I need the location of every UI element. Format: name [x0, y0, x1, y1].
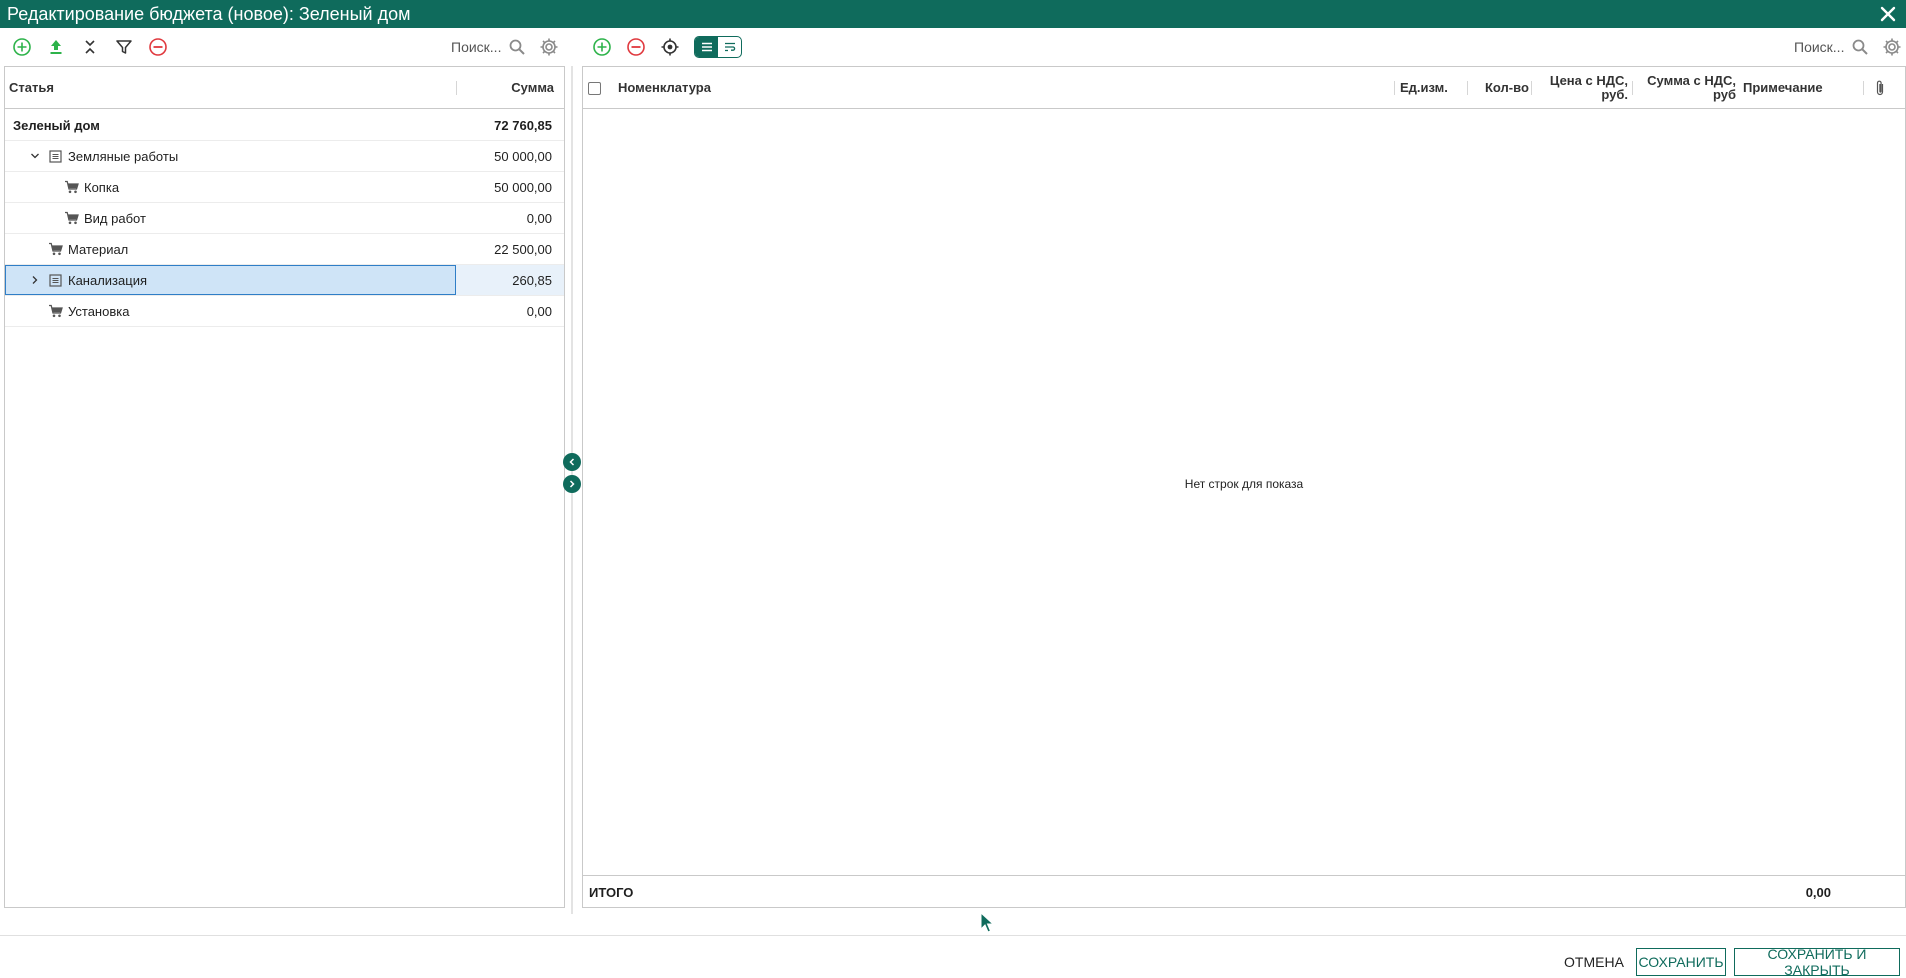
- column-divider[interactable]: [1394, 81, 1395, 95]
- tree-row-name: Копка: [84, 179, 120, 195]
- column-header-sum[interactable]: Сумма: [511, 67, 554, 109]
- tree-search: [451, 33, 567, 61]
- list-view-icon[interactable]: [695, 37, 718, 57]
- tree-row-name: Вид работ: [84, 210, 146, 226]
- cancel-button[interactable]: ОТМЕНА: [1562, 948, 1626, 976]
- column-header-article[interactable]: Статья: [9, 67, 54, 109]
- tree-toolbar: [0, 30, 567, 64]
- remove-icon[interactable]: [144, 33, 172, 61]
- cart-icon: [63, 210, 79, 226]
- total-label: ИТОГО: [589, 884, 634, 900]
- tree-row-sum: 22 500,00: [494, 241, 552, 257]
- total-value: 0,00: [1805, 884, 1831, 900]
- chevron-right-icon[interactable]: [27, 272, 43, 288]
- view-mode-toggle[interactable]: [694, 36, 742, 58]
- remove-item-icon[interactable]: [622, 33, 650, 61]
- items-grid-panel: Номенклатура Ед.изм. Кол-во Цена с НДС, …: [582, 66, 1906, 908]
- column-header-nomenclature[interactable]: Номенклатура: [618, 67, 711, 109]
- collapse-right-button[interactable]: [563, 475, 581, 493]
- items-header: Номенклатура Ед.изм. Кол-во Цена с НДС, …: [583, 67, 1905, 109]
- gear-icon[interactable]: [1878, 33, 1906, 61]
- upload-icon[interactable]: [42, 33, 70, 61]
- tree-row-name: Установка: [68, 303, 130, 319]
- column-divider[interactable]: [1863, 81, 1864, 95]
- empty-state-message: Нет строк для показа: [1184, 477, 1304, 491]
- tree-row[interactable]: Земляные работы 50 000,00: [5, 141, 564, 172]
- collapse-left-button[interactable]: [563, 453, 581, 471]
- document-list-icon: [47, 272, 63, 288]
- tree-row[interactable]: Зеленый дом 72 760,85: [5, 110, 564, 141]
- items-total-row: ИТОГО 0,00: [583, 875, 1905, 907]
- tree-header: Статья Сумма: [5, 67, 564, 109]
- tree-row-sum: 260,85: [512, 272, 552, 288]
- tree-row[interactable]: Установка 0,00: [5, 296, 564, 327]
- tree-row-name: Земляные работы: [68, 148, 179, 164]
- add-icon[interactable]: [8, 33, 36, 61]
- tree-row-sum: 0,00: [526, 210, 552, 226]
- filter-icon[interactable]: [110, 33, 138, 61]
- column-header-price[interactable]: Цена с НДС, руб.: [1538, 67, 1628, 109]
- tree-row[interactable]: Вид работ 0,00: [5, 203, 564, 234]
- column-divider[interactable]: [1467, 81, 1468, 95]
- tree-search-input[interactable]: [451, 39, 503, 55]
- tree-row-sum: 50 000,00: [494, 148, 552, 164]
- tree-row-sum: 72 760,85: [494, 117, 552, 133]
- search-icon[interactable]: [503, 33, 531, 61]
- cart-icon: [47, 303, 63, 319]
- footer-divider: [0, 935, 1906, 936]
- select-all-checkbox[interactable]: [588, 81, 601, 95]
- save-button[interactable]: СОХРАНИТЬ: [1636, 948, 1726, 976]
- tree-row-name: Материал: [68, 241, 129, 257]
- column-header-qty[interactable]: Кол-во: [1485, 67, 1529, 109]
- add-item-icon[interactable]: [588, 33, 616, 61]
- tree-row-selected[interactable]: Канализация 260,85: [5, 265, 564, 296]
- mouse-cursor-icon: [980, 911, 996, 939]
- cart-icon: [63, 179, 79, 195]
- tree-row-sum: 50 000,00: [494, 179, 552, 195]
- items-search-input[interactable]: [1794, 39, 1846, 55]
- gear-icon[interactable]: [535, 33, 563, 61]
- column-divider[interactable]: [1632, 81, 1633, 95]
- column-divider[interactable]: [1531, 81, 1532, 95]
- chevron-down-icon[interactable]: [27, 148, 43, 164]
- column-divider[interactable]: [456, 81, 457, 95]
- items-search: [1794, 33, 1906, 61]
- document-list-icon: [47, 148, 63, 164]
- tree-row-sum: 0,00: [526, 303, 552, 319]
- cart-icon: [47, 241, 63, 257]
- tree-row-name: Зеленый дом: [13, 117, 100, 133]
- column-header-note[interactable]: Примечание: [1743, 67, 1823, 109]
- window-titlebar: Редактирование бюджета (новое): Зеленый …: [0, 0, 1906, 28]
- search-icon[interactable]: [1846, 33, 1874, 61]
- wrap-view-icon[interactable]: [718, 37, 741, 57]
- collapse-all-icon[interactable]: [76, 33, 104, 61]
- tree-row[interactable]: Копка 50 000,00: [5, 172, 564, 203]
- locate-icon[interactable]: [656, 33, 684, 61]
- tree-row-name: Канализация: [68, 272, 147, 288]
- budget-tree-panel: Статья Сумма Зеленый дом 72 760,85 Земля…: [4, 66, 565, 908]
- items-toolbar: [580, 30, 1906, 64]
- column-header-sum[interactable]: Сумма с НДС, руб: [1636, 67, 1736, 109]
- close-icon[interactable]: [1876, 2, 1900, 26]
- tree-row[interactable]: Материал 22 500,00: [5, 234, 564, 265]
- window-title: Редактирование бюджета (новое): Зеленый …: [7, 4, 411, 24]
- save-and-close-button[interactable]: СОХРАНИТЬ И ЗАКРЫТЬ: [1734, 946, 1900, 978]
- paperclip-icon[interactable]: [1874, 67, 1886, 109]
- column-header-unit[interactable]: Ед.изм.: [1400, 67, 1448, 109]
